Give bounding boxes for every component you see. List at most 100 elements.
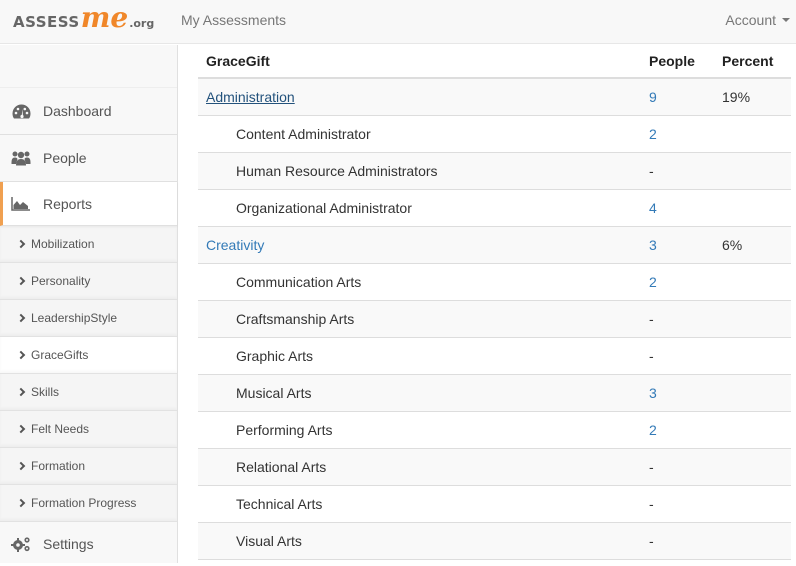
cell-percent: [714, 262, 791, 300]
table-row-category: Creativity 3 6%: [198, 225, 791, 263]
table-row: Graphic Arts -: [198, 336, 791, 374]
cell-percent: [714, 484, 791, 522]
cell-people: 9: [641, 77, 714, 115]
people-count-empty: -: [649, 532, 654, 549]
gears-icon: [11, 535, 31, 553]
logo-text-assess: ASSESS: [13, 13, 80, 31]
sidebar-subitem-label: LeadershipStyle: [31, 311, 118, 325]
cell-people: 2: [641, 410, 714, 448]
people-count-link[interactable]: 4: [649, 200, 657, 216]
cell-percent: 6%: [714, 225, 791, 263]
subcategory-label: Organizational Administrator: [236, 199, 412, 216]
table-row: Relational Arts -: [198, 447, 791, 485]
category-link[interactable]: Creativity: [206, 237, 264, 253]
table-row: Content Administrator 2: [198, 114, 791, 152]
sidebar-subitem-personality[interactable]: Personality: [0, 263, 177, 300]
caret-down-icon: [782, 18, 790, 22]
sidebar-item-label: Dashboard: [43, 103, 112, 119]
percent-value: 6%: [722, 236, 743, 253]
sidebar-item-people[interactable]: People: [0, 135, 177, 182]
main-content: GraceGift People Percent Administration 9…: [198, 45, 791, 560]
sidebar-subitem-gracegifts[interactable]: GraceGifts: [0, 337, 177, 374]
sidebar-subitem-label: GraceGifts: [31, 348, 89, 362]
sidebar-subitem-label: Personality: [31, 274, 91, 288]
nav-my-assessments[interactable]: My Assessments: [181, 12, 286, 28]
sidebar-subitem-label: Felt Needs: [31, 422, 90, 436]
cell-percent: [714, 336, 791, 374]
cell-percent: [714, 521, 791, 560]
cell-gracegift: Visual Arts: [198, 521, 641, 560]
cell-gracegift: Relational Arts: [198, 447, 641, 485]
people-count-link[interactable]: 2: [649, 274, 657, 290]
sidebar-subitem-formation-progress[interactable]: Formation Progress: [0, 485, 177, 522]
column-header-people[interactable]: People: [641, 45, 714, 79]
sidebar-item-settings[interactable]: Settings: [0, 522, 177, 566]
cell-gracegift: Content Administrator: [198, 114, 641, 152]
cell-percent: [714, 299, 791, 337]
cell-percent: [714, 188, 791, 226]
cell-percent: [714, 151, 791, 189]
people-count-link[interactable]: 2: [649, 422, 657, 438]
category-link[interactable]: Administration: [206, 89, 295, 105]
subcategory-label: Content Administrator: [236, 125, 371, 142]
column-header-gracegift[interactable]: GraceGift: [198, 45, 641, 79]
account-dropdown[interactable]: Account: [725, 12, 790, 28]
chevron-right-icon: [16, 498, 26, 508]
subcategory-label: Performing Arts: [236, 421, 333, 438]
subcategory-label: Craftsmanship Arts: [236, 310, 355, 327]
cell-people: -: [641, 336, 714, 374]
cell-people: 2: [641, 114, 714, 152]
sidebar-subitem-leadershipstyle[interactable]: LeadershipStyle: [0, 300, 177, 337]
sidebar-item-dashboard[interactable]: Dashboard: [0, 88, 177, 135]
cell-gracegift: Communication Arts: [198, 262, 641, 300]
logo-text-me: me: [80, 1, 129, 34]
logo-text-org: .org: [129, 17, 155, 30]
table-row: Visual Arts -: [198, 521, 791, 560]
cell-gracegift: Administration: [198, 77, 641, 115]
sidebar-item-label: People: [43, 150, 87, 166]
cell-people: 4: [641, 188, 714, 226]
table-row: Communication Arts 2: [198, 262, 791, 300]
subcategory-label: Musical Arts: [236, 384, 312, 401]
people-count-link[interactable]: 3: [649, 237, 657, 253]
cell-people: 3: [641, 225, 714, 263]
cell-gracegift: Technical Arts: [198, 484, 641, 522]
table-header-row: GraceGift People Percent: [198, 45, 791, 79]
people-count-link[interactable]: 9: [649, 89, 657, 105]
cell-gracegift: Organizational Administrator: [198, 188, 641, 226]
cell-gracegift: Craftsmanship Arts: [198, 299, 641, 337]
cell-gracegift: Graphic Arts: [198, 336, 641, 374]
cell-percent: 19%: [714, 77, 791, 115]
dashboard-icon: [11, 102, 31, 120]
cell-gracegift: Human Resource Administrators: [198, 151, 641, 189]
table-row: Technical Arts -: [198, 484, 791, 522]
table-row: Human Resource Administrators -: [198, 151, 791, 189]
sidebar-subitem-skills[interactable]: Skills: [0, 374, 177, 411]
cell-people: -: [641, 151, 714, 189]
cell-gracegift: Musical Arts: [198, 373, 641, 411]
gracegift-table: GraceGift People Percent Administration 9…: [198, 45, 791, 560]
cell-people: -: [641, 299, 714, 337]
sidebar: Dashboard People Reports Mobilization Pe…: [0, 45, 178, 563]
logo[interactable]: ASSESS me .org: [13, 1, 155, 36]
column-header-percent[interactable]: Percent: [714, 45, 791, 79]
sidebar-subitem-label: Mobilization: [31, 237, 95, 251]
chevron-right-icon: [16, 387, 26, 397]
subcategory-label: Human Resource Administrators: [236, 162, 438, 179]
sidebar-subitem-formation[interactable]: Formation: [0, 448, 177, 485]
people-count-empty: -: [649, 495, 654, 512]
chevron-right-icon: [16, 424, 26, 434]
sidebar-item-reports[interactable]: Reports: [0, 182, 177, 226]
sidebar-subitem-mobilization[interactable]: Mobilization: [0, 226, 177, 263]
people-count-link[interactable]: 3: [649, 385, 657, 401]
cell-people: -: [641, 447, 714, 485]
chevron-right-icon: [16, 239, 26, 249]
chevron-right-icon: [16, 313, 26, 323]
account-label: Account: [725, 12, 776, 28]
table-row: Organizational Administrator 4: [198, 188, 791, 226]
people-count-link[interactable]: 2: [649, 126, 657, 142]
sidebar-subitem-felt-needs[interactable]: Felt Needs: [0, 411, 177, 448]
table-row: Performing Arts 2: [198, 410, 791, 448]
sidebar-item-label: Reports: [43, 195, 93, 212]
people-icon: [11, 149, 31, 167]
